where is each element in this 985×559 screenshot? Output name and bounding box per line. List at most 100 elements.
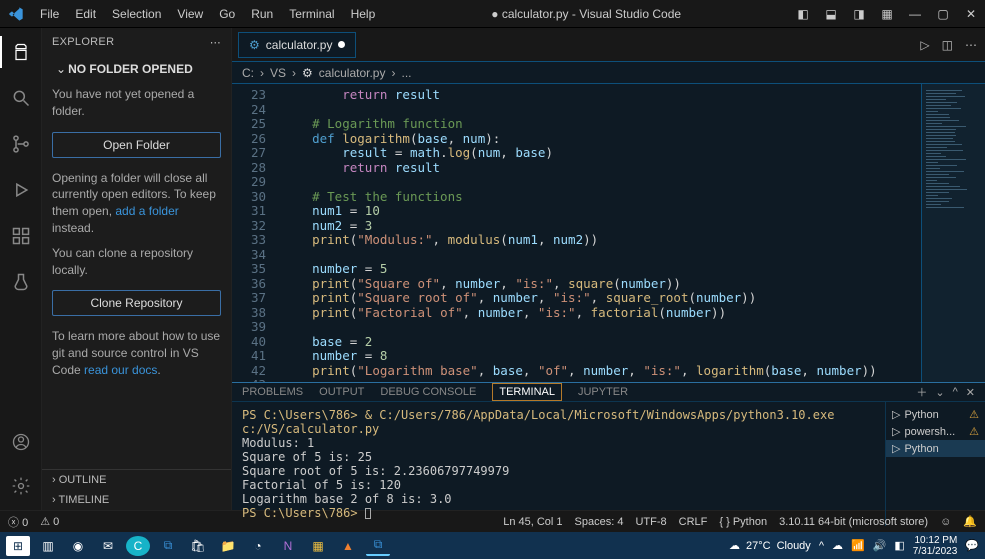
timeline-section[interactable]: › TIMELINE <box>42 490 231 510</box>
no-folder-heading[interactable]: ⌄NO FOLDER OPENED <box>52 56 221 82</box>
add-folder-link[interactable]: add a folder <box>115 204 178 218</box>
status-notifications-icon[interactable]: 🔔 <box>963 515 977 528</box>
window-title: ● calculator.py - Visual Studio Code <box>383 7 789 21</box>
accounts-icon[interactable] <box>5 426 37 458</box>
menu-go[interactable]: Go <box>211 3 243 25</box>
run-debug-icon[interactable] <box>5 174 37 206</box>
status-indent[interactable]: Spaces: 4 <box>575 516 624 528</box>
line-gutter: 23 24 25 26 27 28 29 30 31 32 33 34 35 3… <box>232 84 276 382</box>
layout-right-icon[interactable]: ◨ <box>845 3 873 25</box>
canva-icon[interactable]: C <box>126 536 150 556</box>
tray-language-icon[interactable]: ◧ <box>894 539 904 552</box>
tab-label: calculator.py <box>266 38 333 52</box>
editor-more-icon[interactable]: ⋯ <box>965 38 977 52</box>
close-panel-icon[interactable]: ✕ <box>966 386 975 399</box>
maximize-panel-icon[interactable]: ^ <box>953 386 958 398</box>
weather-widget[interactable]: ☁ 27°C Cloudy <box>729 539 811 552</box>
menu-help[interactable]: Help <box>343 3 384 25</box>
tab-dirty-icon <box>338 41 345 48</box>
testing-icon[interactable] <box>5 266 37 298</box>
terminal-entry[interactable]: ▷Python <box>886 440 985 457</box>
app-menu: FileEditSelectionViewGoRunTerminalHelp <box>32 3 383 25</box>
minimize-button[interactable]: — <box>901 3 929 25</box>
status-warnings[interactable]: ⚠ 0 <box>40 515 59 528</box>
tab-output[interactable]: OUTPUT <box>319 386 364 398</box>
vscode-taskbar-icon[interactable]: ⧉ <box>156 536 180 556</box>
tab-calculator[interactable]: ⚙ calculator.py <box>238 32 356 58</box>
terminal-entry[interactable]: ▷powersh...⚠ <box>892 423 979 440</box>
menu-edit[interactable]: Edit <box>67 3 104 25</box>
vscode-logo-icon <box>0 6 32 22</box>
tray-chevron-icon[interactable]: ^ <box>819 540 824 552</box>
menu-view[interactable]: View <box>169 3 211 25</box>
run-button[interactable]: ▷ <box>920 38 929 52</box>
sidebar-more-icon[interactable]: ⋯ <box>210 36 221 49</box>
close-button[interactable]: ✕ <box>957 3 985 25</box>
vscode-active-icon[interactable]: ⧉ <box>366 536 390 556</box>
chrome-icon[interactable]: ◉ <box>66 536 90 556</box>
learn-more-text: To learn more about how to use git and s… <box>52 324 221 382</box>
new-terminal-icon[interactable]: ＋ <box>916 384 927 400</box>
layout-controls: ◧ ⬓ ◨ ▦ <box>789 3 901 25</box>
code-content[interactable]: return result # Logarithm function def l… <box>276 84 921 382</box>
system-clock[interactable]: 10:12 PM 7/31/2023 <box>913 535 958 557</box>
weather-icon: ☁ <box>729 539 740 552</box>
onenote-icon[interactable]: N <box>276 536 300 556</box>
status-encoding[interactable]: UTF-8 <box>635 516 666 528</box>
outline-section[interactable]: › OUTLINE <box>42 470 231 490</box>
notes-icon[interactable]: ▦ <box>306 536 330 556</box>
editor-group: ⚙ calculator.py ▷ ◫ ⋯ C:› VS› ⚙calculato… <box>232 28 985 510</box>
open-folder-button[interactable]: Open Folder <box>52 132 221 158</box>
edge-icon[interactable]: ◔ <box>246 536 270 556</box>
tab-problems[interactable]: PROBLEMS <box>242 386 303 398</box>
clone-repo-button[interactable]: Clone Repository <box>52 290 221 316</box>
menu-run[interactable]: Run <box>243 3 281 25</box>
terminal-dropdown-icon[interactable]: ⌄ <box>935 386 944 399</box>
layout-left-icon[interactable]: ◧ <box>789 3 817 25</box>
task-view-icon[interactable]: ▥ <box>36 536 60 556</box>
tray-volume-icon[interactable]: 🔊 <box>873 539 887 552</box>
layout-grid-icon[interactable]: ▦ <box>873 3 901 25</box>
minimap[interactable] <box>921 84 985 382</box>
vlc-icon[interactable]: ▲ <box>336 536 360 556</box>
window-controls: — ▢ ✕ <box>901 3 985 25</box>
start-button[interactable]: ⊞ <box>6 536 30 556</box>
status-language[interactable]: { } Python <box>719 516 767 528</box>
menu-selection[interactable]: Selection <box>104 3 169 25</box>
mail-icon[interactable]: ✉ <box>96 536 120 556</box>
status-cursor-position[interactable]: Ln 45, Col 1 <box>503 516 562 528</box>
store-icon[interactable]: 🛍 <box>186 536 210 556</box>
extensions-icon[interactable] <box>5 220 37 252</box>
breadcrumb[interactable]: C:› VS› ⚙calculator.py› ... <box>232 62 985 84</box>
editor-tabs: ⚙ calculator.py ▷ ◫ ⋯ <box>232 28 985 62</box>
code-editor[interactable]: 23 24 25 26 27 28 29 30 31 32 33 34 35 3… <box>232 84 985 382</box>
title-bar: FileEditSelectionViewGoRunTerminalHelp ●… <box>0 0 985 28</box>
no-folder-message: You have not yet opened a folder. <box>52 82 221 124</box>
python-file-icon: ⚙ <box>249 38 260 52</box>
tab-debug-console[interactable]: DEBUG CONSOLE <box>380 386 476 398</box>
status-python-version[interactable]: 3.10.11 64-bit (microsoft store) <box>779 516 928 528</box>
menu-file[interactable]: File <box>32 3 67 25</box>
source-control-icon[interactable] <box>5 128 37 160</box>
explorer-taskbar-icon[interactable]: 📁 <box>216 536 240 556</box>
layout-bottom-icon[interactable]: ⬓ <box>817 3 845 25</box>
status-feedback-icon[interactable]: ☺ <box>940 516 951 528</box>
tray-wifi-icon[interactable]: 📶 <box>851 539 865 552</box>
search-icon[interactable] <box>5 82 37 114</box>
explorer-icon[interactable] <box>5 36 37 68</box>
status-errors[interactable]: ⓧ 0 <box>8 514 28 530</box>
terminal-entry[interactable]: ▷Python⚠ <box>892 406 979 423</box>
tab-terminal[interactable]: TERMINAL <box>492 383 562 401</box>
status-eol[interactable]: CRLF <box>679 516 708 528</box>
read-docs-link[interactable]: read our docs <box>84 363 157 377</box>
windows-taskbar: ⊞ ▥ ◉ ✉ C ⧉ 🛍 📁 ◔ N ▦ ▲ ⧉ ☁ 27°C Cloudy … <box>0 532 985 559</box>
tab-jupyter[interactable]: JUPYTER <box>578 386 628 398</box>
terminal-output[interactable]: PS C:\Users\786> & C:/Users/786/AppData/… <box>232 402 885 526</box>
settings-gear-icon[interactable] <box>5 470 37 502</box>
split-editor-icon[interactable]: ◫ <box>942 38 953 52</box>
tray-cloud-icon[interactable]: ☁ <box>832 539 843 552</box>
notifications-tray-icon[interactable]: 💬 <box>965 539 979 552</box>
menu-terminal[interactable]: Terminal <box>281 3 342 25</box>
clone-hint: You can clone a repository locally. <box>52 241 221 283</box>
maximize-button[interactable]: ▢ <box>929 3 957 25</box>
